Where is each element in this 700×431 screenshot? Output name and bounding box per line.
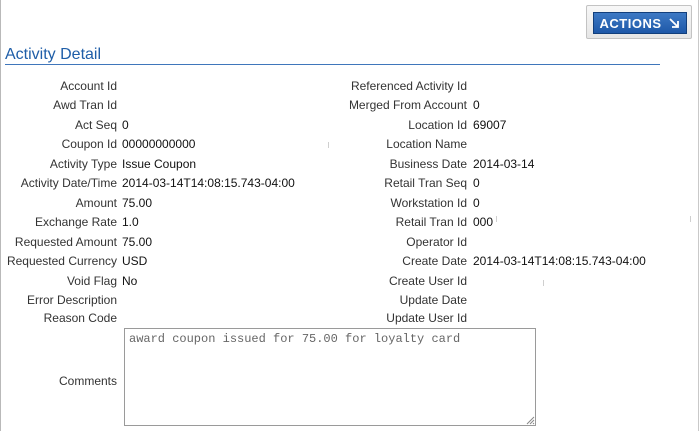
comments-label: Comments <box>58 374 117 388</box>
field-label: Void Flag <box>66 274 117 288</box>
field-label: Create User Id <box>388 274 467 288</box>
field-value: 0 <box>473 98 480 112</box>
field-value: 2014-03-14 <box>473 157 535 171</box>
field-label: Act Seq <box>74 118 117 132</box>
field-label: Activity Type <box>49 157 117 171</box>
field-label: Retail Tran Seq <box>384 176 467 190</box>
field-label: Account Id <box>60 79 117 93</box>
field-label: Business Date <box>389 157 467 171</box>
field-label: Reason Code <box>43 311 117 325</box>
separator-tick <box>690 216 691 222</box>
field-label: Create Date <box>402 254 467 268</box>
field-value: 0 <box>473 196 480 210</box>
frame-border-right <box>698 0 699 431</box>
comments-textarea[interactable]: award coupon issued for 75.00 for loyalt… <box>124 328 536 426</box>
field-value: 0 <box>122 118 129 132</box>
separator-tick <box>496 216 497 222</box>
field-label: Operator Id <box>406 235 467 249</box>
field-value: 1.0 <box>122 215 139 229</box>
separator-tick <box>328 142 329 148</box>
field-label: Exchange Rate <box>34 215 117 229</box>
actions-toolbar: ACTIONS <box>586 5 692 39</box>
field-label: Requested Currency <box>6 254 117 268</box>
field-value: 00000000000 <box>122 137 196 151</box>
field-value: 0 <box>473 176 480 190</box>
field-label: Workstation Id <box>390 196 467 210</box>
field-label: Location Name <box>386 137 467 151</box>
field-value: No <box>122 274 138 288</box>
field-label: Error Description <box>26 293 117 307</box>
resize-grip-icon[interactable] <box>526 416 535 425</box>
field-value: 69007 <box>473 118 507 132</box>
field-value: 2014-03-14T14:08:15.743-04:00 <box>473 254 646 268</box>
field-label: Coupon Id <box>61 137 117 151</box>
actions-button[interactable]: ACTIONS <box>593 12 687 34</box>
field-label: Merged From Account <box>348 98 467 112</box>
field-label: Location Id <box>408 118 467 132</box>
field-label: Requested Amount <box>14 235 117 249</box>
field-value: 75.00 <box>122 235 153 249</box>
field-label: Activity Date/Time <box>20 176 117 190</box>
field-label: Update Date <box>399 293 467 307</box>
field-value: 000 <box>473 215 494 229</box>
field-label: Awd Tran Id <box>53 98 117 112</box>
field-label: Amount <box>75 196 117 210</box>
field-value: 2014-03-14T14:08:15.743-04:00 <box>122 176 295 190</box>
field-label: Update User Id <box>386 311 467 325</box>
field-value: USD <box>122 254 148 268</box>
section-title: Activity Detail <box>5 46 102 63</box>
title-divider <box>5 64 660 65</box>
field-label: Referenced Activity Id <box>350 79 467 93</box>
field-label: Retail Tran Id <box>395 215 467 229</box>
arrow-down-right-icon <box>668 17 679 28</box>
actions-button-label: ACTIONS <box>599 15 662 31</box>
field-value: 75.00 <box>122 196 153 210</box>
field-value: Issue Coupon <box>122 157 197 171</box>
separator-tick <box>543 280 544 286</box>
